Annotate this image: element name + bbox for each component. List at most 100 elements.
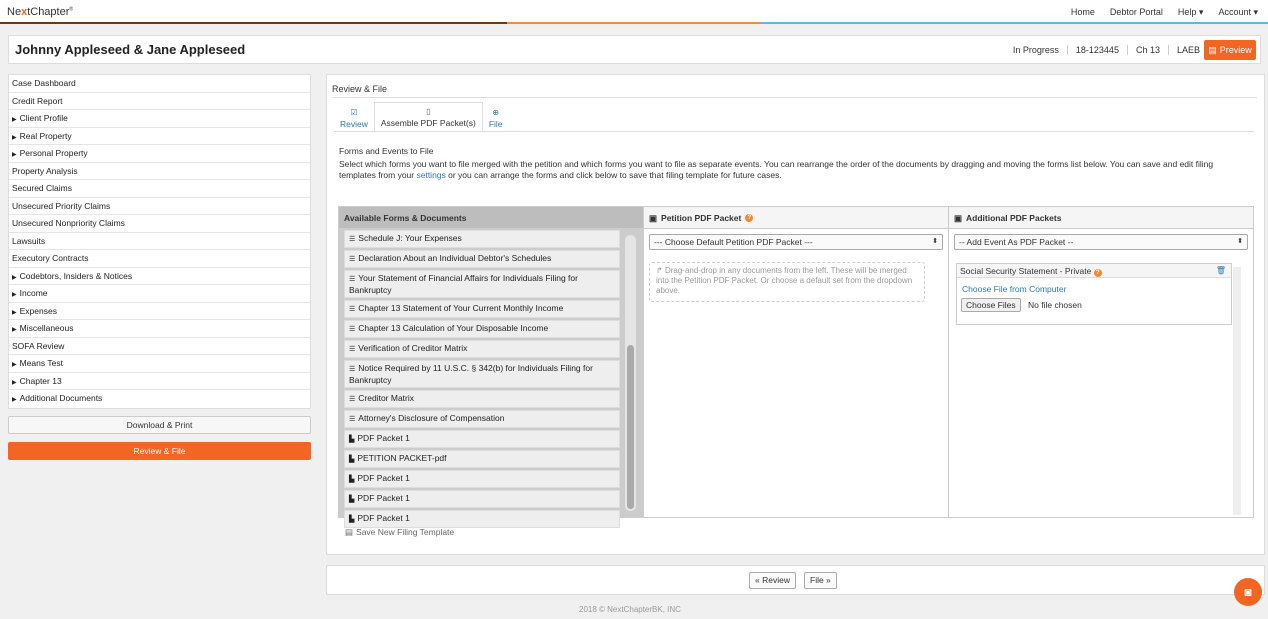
sidebar-item-label: Income	[19, 288, 48, 298]
sidebar-item-label: Executory Contracts	[12, 253, 89, 263]
sidebar-item-label: Codebtors, Insiders & Notices	[19, 270, 133, 281]
document-item[interactable]: ▙ PDF Packet 1	[344, 490, 620, 508]
forms-description: Select which forms you want to file merg…	[339, 159, 1244, 181]
choose-file-link[interactable]: Choose File from Computer	[962, 284, 1066, 294]
petition-header-label: Petition PDF Packet	[661, 212, 742, 223]
sidebar-item[interactable]: ▶ Client Profile	[9, 110, 310, 128]
trash-icon[interactable]: 🗑	[1216, 264, 1226, 278]
sidebar-item[interactable]: ▶ Codebtors, Insiders & Notices	[9, 268, 310, 285]
sidebar-item[interactable]: Secured Claims	[9, 180, 310, 198]
sidebar-item[interactable]: ▶ Miscellaneous	[9, 320, 310, 338]
case-meta: In Progress 18-123445 Ch 13 LAEB	[1005, 45, 1208, 55]
document-label: PDF Packet 1	[357, 433, 410, 443]
packet-title: Social Security Statement - Private	[960, 266, 1092, 276]
sidebar-item[interactable]: Lawsuits	[9, 233, 310, 250]
drag-handle-icon: ☰	[349, 346, 356, 353]
sidebar-item[interactable]: Unsecured Nonpriority Claims	[9, 215, 310, 233]
drag-handle-icon: ☰	[349, 366, 356, 373]
sidebar-item[interactable]: ▶ Personal Property	[9, 145, 310, 163]
app-logo[interactable]: NextChapter®	[7, 6, 73, 18]
save-template-button[interactable]: ▤ Save New Filing Template	[345, 527, 454, 538]
caret-right-icon: ▶	[12, 117, 17, 123]
chat-icon[interactable]: ◙	[1234, 578, 1262, 606]
sidebar-item[interactable]: ▶ Additional Documents	[9, 390, 310, 408]
document-label: Attorney's Disclosure of Compensation	[358, 413, 505, 423]
document-item[interactable]: ☰ Creditor Matrix	[344, 390, 620, 408]
file-icon: ▙	[349, 436, 355, 443]
nav-account[interactable]: Account ▾	[1218, 7, 1258, 18]
petition-dropzone[interactable]: ↱ Drag-and-drop in any documents from th…	[649, 262, 925, 302]
nav-help[interactable]: Help ▾	[1178, 7, 1204, 18]
download-print-button[interactable]: Download & Print	[8, 416, 311, 434]
sidebar-item[interactable]: ▶ Expenses	[9, 303, 310, 320]
file-icon: ▙	[349, 476, 355, 483]
petition-packet-select[interactable]: --- Choose Default Petition PDF Packet -…	[649, 234, 943, 250]
document-label: Schedule J: Your Expenses	[358, 233, 462, 243]
packet-card: Social Security Statement - Private ? 🗑 …	[956, 263, 1232, 325]
scrollbar[interactable]	[625, 235, 636, 511]
document-item[interactable]: ☰ Declaration About an Individual Debtor'…	[344, 250, 620, 268]
caret-right-icon: ▶	[12, 152, 17, 158]
sidebar-item[interactable]: Property Analysis	[9, 163, 310, 180]
document-item[interactable]: ☰ Attorney's Disclosure of Compensation	[344, 410, 620, 428]
document-item[interactable]: ▙ PDF Packet 1	[344, 470, 620, 488]
sidebar-item-label: Lawsuits	[12, 235, 46, 246]
top-navbar: NextChapter® Home Debtor Portal Help ▾ A…	[0, 0, 1268, 24]
tab-review[interactable]: ☑ Review	[334, 102, 374, 132]
caret-right-icon: ▶	[12, 327, 17, 333]
dropzone-text: Drag-and-drop in any documents from the …	[656, 266, 913, 295]
additional-header-label: Additional PDF Packets	[966, 212, 1062, 223]
floppy-icon: ▤	[345, 527, 354, 537]
add-event-select[interactable]: -- Add Event As PDF Packet -- ⬍	[954, 234, 1248, 250]
document-item[interactable]: ☰ Chapter 13 Calculation of Your Disposab…	[344, 320, 620, 338]
document-item[interactable]: ☰ Notice Required by 11 U.S.C. § 342(b) f…	[344, 360, 620, 388]
file-status: No file chosen	[1028, 300, 1082, 310]
case-header: Johnny Appleseed & Jane Appleseed In Pro…	[8, 35, 1261, 64]
document-item[interactable]: ☰ Verification of Creditor Matrix	[344, 340, 620, 358]
section-title: Review & File	[332, 84, 388, 94]
document-item[interactable]: ☰ Chapter 13 Statement of Your Current Mo…	[344, 300, 620, 318]
nav-home[interactable]: Home	[1071, 7, 1095, 18]
help-icon[interactable]: ?	[1093, 269, 1102, 277]
chevron-updown-icon: ⬍	[932, 238, 938, 245]
file-icon: ▙	[349, 456, 355, 463]
document-item[interactable]: ▙ PDF Packet 1	[344, 430, 620, 448]
sidebar-item[interactable]: ▶ Real Property	[9, 128, 310, 145]
prev-review-button[interactable]: « Review	[749, 572, 796, 589]
preview-button[interactable]: ▤ Preview	[1204, 40, 1256, 60]
document-item[interactable]: ▙ PDF Packet 1	[344, 510, 620, 528]
document-item[interactable]: ☰ Schedule J: Your Expenses	[344, 230, 620, 248]
additional-packets-header: ▣ Additional PDF Packets	[949, 207, 1253, 229]
help-icon[interactable]: ?	[745, 213, 754, 222]
sidebar-item[interactable]: ▶ Chapter 13	[9, 373, 310, 390]
sidebar-item[interactable]: ▶ Income	[9, 285, 310, 303]
sidebar: Case Dashboard Credit Report ▶ Client Profi…	[8, 74, 311, 409]
scrollbar-thumb[interactable]	[627, 345, 634, 509]
case-district: LAEB	[1167, 45, 1208, 55]
next-file-button[interactable]: File »	[804, 572, 837, 589]
review-file-button[interactable]: Review & File	[8, 442, 311, 460]
sidebar-item[interactable]: Credit Report	[9, 93, 310, 110]
caret-right-icon: ▶	[12, 274, 17, 281]
sidebar-item[interactable]: SOFA Review	[9, 338, 310, 355]
document-item[interactable]: ▙ PETITION PACKET-pdf	[344, 450, 620, 468]
document-label: Verification of Creditor Matrix	[358, 343, 468, 353]
sidebar-item[interactable]: Unsecured Priority Claims	[9, 198, 310, 215]
tab-assemble-pdf[interactable]: ▯ Assemble PDF Packet(s)	[373, 102, 483, 132]
sidebar-item[interactable]: Executory Contracts	[9, 250, 310, 268]
document-item[interactable]: ☰ Your Statement of Financial Affairs for…	[344, 270, 620, 298]
petition-packet-column: ▣ Petition PDF Packet ? --- Choose Defau…	[644, 207, 949, 517]
choose-files-button[interactable]: Choose Files	[961, 298, 1021, 312]
file-pdf-icon: ▣	[649, 212, 658, 223]
forms-desc-text: or you can arrange the forms and click b…	[445, 170, 782, 180]
tab-file[interactable]: ⊕ File	[483, 102, 509, 132]
sidebar-item[interactable]: Case Dashboard	[9, 75, 310, 93]
sidebar-item[interactable]: ▶ Means Test	[9, 355, 310, 373]
pager-panel: « Review File »	[326, 565, 1265, 595]
share-icon: ↱	[656, 266, 665, 275]
nav-debtor-portal[interactable]: Debtor Portal	[1110, 7, 1163, 18]
chevron-updown-icon: ⬍	[1237, 238, 1243, 245]
document-label: Chapter 13 Calculation of Your Disposabl…	[358, 323, 549, 333]
settings-link[interactable]: settings	[416, 170, 445, 180]
scrollbar[interactable]	[1233, 267, 1241, 515]
